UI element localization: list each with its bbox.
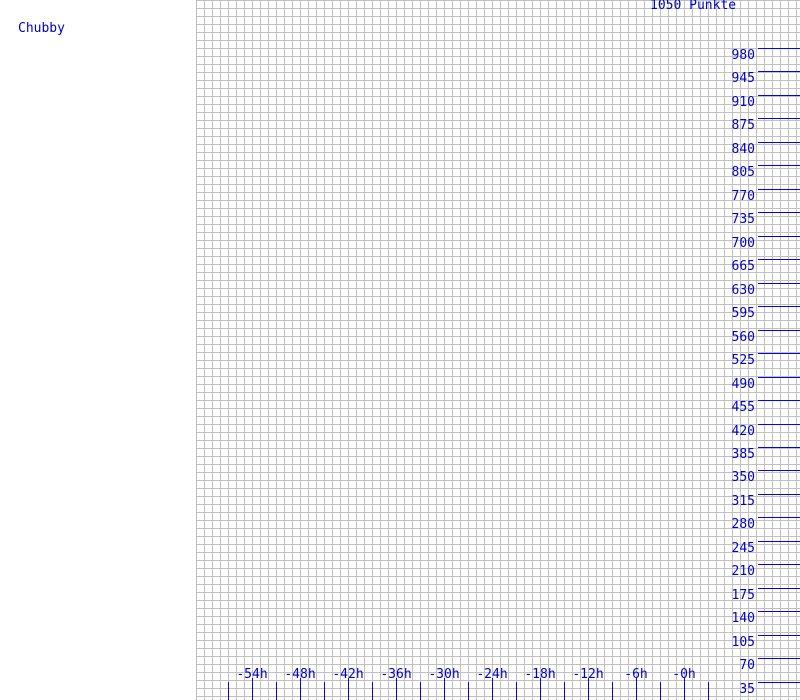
y-gridline — [758, 682, 800, 683]
y-gridline — [758, 48, 800, 49]
x-minor-tick — [228, 682, 229, 700]
y-gridline — [758, 470, 800, 471]
x-minor-tick — [612, 682, 613, 700]
y-gridline — [758, 424, 800, 425]
y-gridline — [758, 353, 800, 354]
y-tick-label: 805 — [731, 165, 755, 180]
y-tick-label: 105 — [731, 635, 755, 650]
y-gridline — [758, 611, 800, 612]
y-gridline — [758, 189, 800, 190]
x-minor-tick — [708, 682, 709, 700]
x-minor-tick — [660, 682, 661, 700]
y-gridline — [758, 588, 800, 589]
y-gridline — [758, 212, 800, 213]
x-minor-tick — [516, 682, 517, 700]
y-gridline — [758, 494, 800, 495]
y-tick-label: 420 — [731, 424, 755, 439]
legend-panel: Chubby — [0, 0, 196, 700]
y-tick-label: 945 — [731, 71, 755, 86]
y-tick-label: 280 — [731, 517, 755, 532]
y-tick-label: 455 — [731, 400, 755, 415]
y-tick-label: 490 — [731, 377, 755, 392]
y-tick-label: 560 — [731, 330, 755, 345]
x-minor-tick — [420, 682, 421, 700]
y-gridline — [758, 330, 800, 331]
y-tick-label: 525 — [731, 353, 755, 368]
y-tick-label: 980 — [731, 48, 755, 63]
y-tick-label: 770 — [731, 189, 755, 204]
y-tick-label: 140 — [731, 611, 755, 626]
y-tick-label: 840 — [731, 142, 755, 157]
y-gridline — [758, 306, 800, 307]
y-tick-label: 315 — [731, 494, 755, 509]
x-minor-tick — [564, 682, 565, 700]
y-tick-label: 175 — [731, 588, 755, 603]
y-tick-label: 245 — [731, 541, 755, 556]
y-gridline — [758, 447, 800, 448]
y-tick-label: 385 — [731, 447, 755, 462]
y-tick-label: 350 — [731, 470, 755, 485]
y-tick-label: 875 — [731, 118, 755, 133]
y-tick-label: 665 — [731, 259, 755, 274]
y-gridline — [758, 658, 800, 659]
chart-screenshot: Chubby 1050 Punkte 980 945 910 875 840 805 770… — [0, 0, 800, 700]
chart-title: 1050 Punkte — [650, 0, 737, 13]
x-minor-tick — [276, 682, 277, 700]
y-gridline — [758, 283, 800, 284]
y-tick-label: 35 — [739, 682, 755, 697]
y-gridline — [758, 564, 800, 565]
y-gridline — [758, 95, 800, 96]
x-minor-tick — [468, 682, 469, 700]
y-gridline — [758, 165, 800, 166]
y-gridline — [758, 377, 800, 378]
y-gridline — [758, 541, 800, 542]
x-minor-tick — [324, 682, 325, 700]
y-tick-label: 735 — [731, 212, 755, 227]
y-tick-label: 210 — [731, 564, 755, 579]
y-gridline — [758, 71, 800, 72]
y-gridline — [758, 517, 800, 518]
y-tick-label: 910 — [731, 95, 755, 110]
y-gridline — [758, 259, 800, 260]
y-gridline — [758, 635, 800, 636]
y-gridline — [758, 118, 800, 119]
y-gridline — [758, 400, 800, 401]
x-minor-tick — [372, 682, 373, 700]
x-tick-label: -0h — [672, 667, 696, 682]
y-gridline — [758, 236, 800, 237]
y-tick-label: 700 — [731, 236, 755, 251]
legend-series-label: Chubby — [18, 21, 65, 36]
y-tick-label: 630 — [731, 283, 755, 298]
y-tick-label: 595 — [731, 306, 755, 321]
y-gridline — [758, 142, 800, 143]
